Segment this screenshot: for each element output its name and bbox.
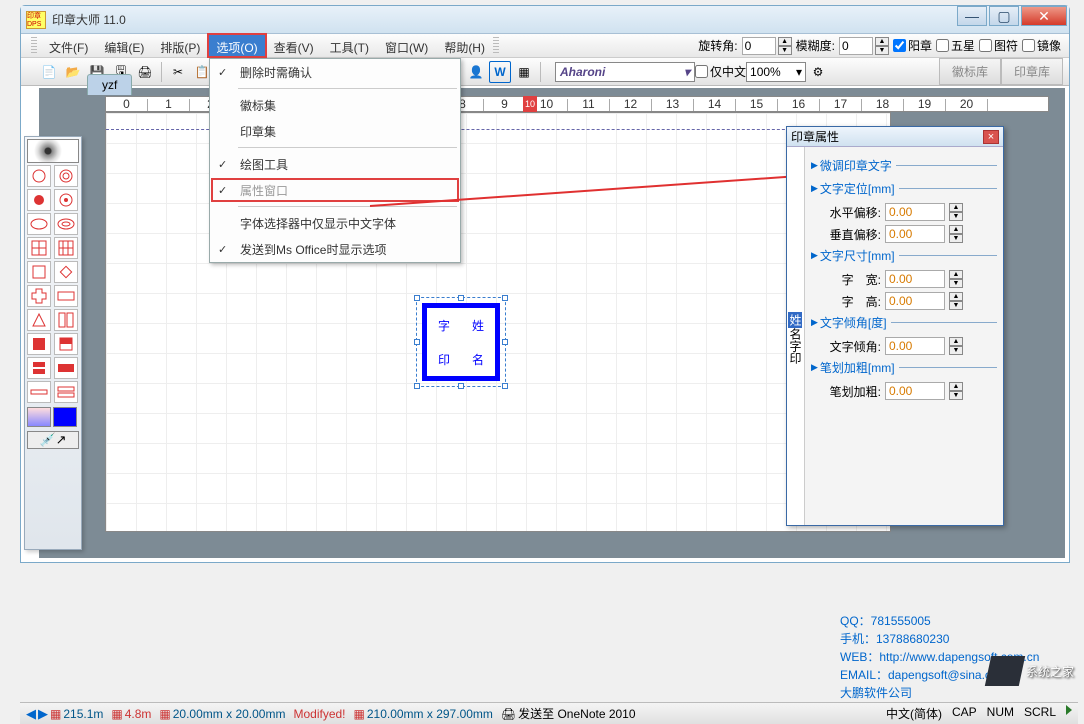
blur-label: 模糊度: (796, 37, 835, 54)
spin-up[interactable]: ▲ (875, 37, 889, 46)
menu-tools[interactable]: 工具(T) (322, 34, 377, 57)
stamp-object[interactable]: 字姓 印名 (422, 303, 500, 381)
shape-ellipse2-icon[interactable] (54, 213, 78, 235)
shape-target-icon[interactable] (54, 189, 78, 211)
shape-ring-icon[interactable] (54, 165, 78, 187)
new-icon[interactable]: 📄 (38, 61, 60, 83)
spin-down[interactable]: ▼ (778, 46, 792, 55)
color-box-gradient[interactable] (27, 407, 51, 427)
dd-logo-set[interactable]: 徽标集 (210, 92, 460, 118)
shape-grid3-icon[interactable] (54, 237, 78, 259)
resize-grip-icon[interactable] (1066, 705, 1072, 715)
h-offset-input[interactable] (885, 203, 945, 221)
shape-half-icon[interactable] (54, 333, 78, 355)
char-width-input[interactable] (885, 270, 945, 288)
props-char-selector[interactable]: 姓名字印 (787, 147, 805, 525)
dd-office-options[interactable]: ✓发送到Ms Office时显示选项 (210, 236, 460, 262)
font-select[interactable]: Aharoni▾ (555, 62, 695, 82)
word-icon[interactable]: W (489, 61, 511, 83)
app-icon: 印章DPS (26, 11, 46, 29)
open-icon[interactable]: 📂 (62, 61, 84, 83)
menu-edit[interactable]: 编辑(E) (96, 34, 152, 57)
ruler-marker: 10 (523, 96, 537, 112)
tab-logos[interactable]: 徽标库 (939, 58, 1001, 85)
eyedropper-icon[interactable]: 💉↗ (27, 431, 79, 449)
grip-handle[interactable] (493, 37, 499, 54)
section-angle[interactable]: 文字倾角[度] (811, 314, 997, 331)
shape-ellipse-icon[interactable] (27, 213, 51, 235)
blur-input[interactable] (839, 37, 873, 55)
menu-help[interactable]: 帮助(H) (436, 34, 493, 57)
options-dropdown: ✓删除时需确认 徽标集 印章集 ✓绘图工具 ✓属性窗口 字体选择器中仅显示中文字… (209, 58, 461, 263)
settings-icon[interactable]: ⚙ (807, 61, 829, 83)
chk-tufu[interactable] (979, 39, 992, 52)
menu-options[interactable]: 选项(O) (208, 34, 265, 57)
shape-cross-icon[interactable] (27, 285, 51, 307)
shape-tri-icon[interactable] (27, 309, 51, 331)
menu-bar: 文件(F) 编辑(E) 排版(P) 选项(O) 查看(V) 工具(T) 窗口(W… (21, 34, 1069, 58)
color-box-blue[interactable] (53, 407, 77, 427)
section-adjust[interactable]: 微调印章文字 (811, 157, 997, 174)
section-size[interactable]: 文字尺寸[mm] (811, 247, 997, 264)
shape-split-icon[interactable] (27, 357, 51, 379)
modified-indicator: Modifyed! (293, 707, 345, 721)
spin-up[interactable]: ▲ (778, 37, 792, 46)
shape-circle-icon[interactable] (27, 165, 51, 187)
shape-wide-icon[interactable] (54, 357, 78, 379)
shape-diamond-icon[interactable] (54, 261, 78, 283)
tab-stamps[interactable]: 印章库 (1001, 58, 1063, 85)
shape-rects-icon[interactable] (54, 309, 78, 331)
stamp-icon[interactable]: ▦ (513, 61, 535, 83)
angle-input[interactable] (885, 337, 945, 355)
dd-stamp-set[interactable]: 印章集 (210, 118, 460, 144)
titlebar: 印章DPS 印章大师 11.0 — ▢ ✕ (21, 6, 1069, 34)
spin-down[interactable]: ▼ (875, 46, 889, 55)
corner-logo: 系统之家 (988, 656, 1074, 686)
print-icon[interactable]: 🖨 (134, 61, 156, 83)
shape-thin-icon[interactable] (27, 381, 51, 403)
rotate-input[interactable] (742, 37, 776, 55)
chk-chinese-only[interactable] (695, 65, 708, 78)
v-offset-input[interactable] (885, 225, 945, 243)
document-tab[interactable]: yzf (87, 74, 132, 95)
shape-dot-icon[interactable] (27, 189, 51, 211)
dd-props-window[interactable]: ✓属性窗口 (210, 177, 460, 203)
grip-handle[interactable] (31, 37, 37, 54)
char-height-input[interactable] (885, 292, 945, 310)
chk-yang[interactable] (893, 39, 906, 52)
user-icon[interactable]: 👤 (465, 61, 487, 83)
menu-layout[interactable]: 排版(P) (152, 34, 208, 57)
minimize-button[interactable]: — (957, 6, 987, 26)
menu-view[interactable]: 查看(V) (266, 34, 322, 57)
properties-window: 印章属性 × 姓名字印 微调印章文字 文字定位[mm] 水平偏移:▲▼ 垂直偏移… (786, 126, 1004, 526)
zoom-select[interactable]: 100%▾ (746, 62, 806, 82)
shape-rect-icon[interactable] (54, 285, 78, 307)
tool-palette: 💉↗ (24, 136, 82, 550)
section-bold[interactable]: 笔划加粗[mm] (811, 359, 997, 376)
props-title-text: 印章属性 (791, 128, 983, 145)
dd-chinese-fonts[interactable]: 字体选择器中仅显示中文字体 (210, 210, 460, 236)
rotate-label: 旋转角: (698, 37, 737, 54)
dd-draw-tools[interactable]: ✓绘图工具 (210, 151, 460, 177)
toolbar: 📄 📂 💾 🖫 🖨 ✂ 📋 👤 W ▦ Aharoni▾ 仅中文 100%▾ ⚙… (21, 58, 1069, 86)
menu-file[interactable]: 文件(F) (41, 34, 96, 57)
status-bar: ◀▶▦215.1m ▦4.8m ▦20.00mm x 20.00mm Modif… (20, 702, 1078, 724)
chk-mirror[interactable] (1022, 39, 1035, 52)
dd-confirm-delete[interactable]: ✓删除时需确认 (210, 59, 460, 85)
close-button[interactable]: ✕ (1021, 6, 1067, 26)
shape-fill-icon[interactable] (27, 333, 51, 355)
eye-icon[interactable] (27, 139, 79, 163)
chk-wuxing[interactable] (936, 39, 949, 52)
shape-bars-icon[interactable] (54, 381, 78, 403)
cut-icon[interactable]: ✂ (167, 61, 189, 83)
shape-square-icon[interactable] (27, 261, 51, 283)
window-title: 印章大师 11.0 (52, 11, 1064, 28)
menu-window[interactable]: 窗口(W) (377, 34, 436, 57)
bold-input[interactable] (885, 382, 945, 400)
shape-grid-icon[interactable] (27, 237, 51, 259)
props-close-button[interactable]: × (983, 130, 999, 144)
maximize-button[interactable]: ▢ (989, 6, 1019, 26)
section-position[interactable]: 文字定位[mm] (811, 180, 997, 197)
